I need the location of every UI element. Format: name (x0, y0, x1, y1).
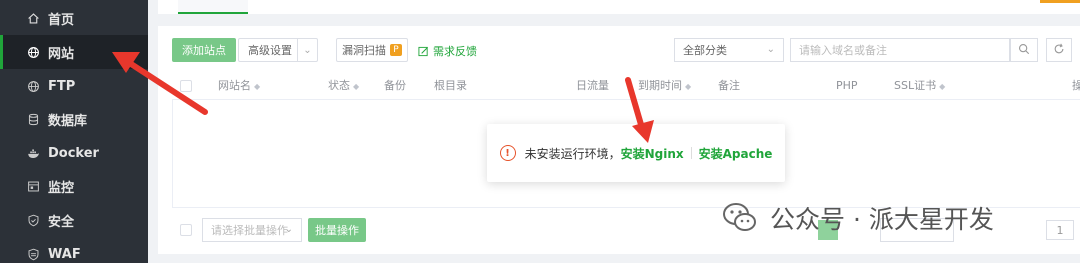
database-icon (26, 112, 40, 126)
sidebar-item-label: 监控 (48, 180, 75, 196)
install-nginx-link[interactable]: 安装Nginx (621, 145, 684, 162)
install-apache-link[interactable]: 安装Apache (699, 145, 773, 162)
globe-icon (26, 45, 40, 59)
sidebar-item-website[interactable]: 网站 (0, 35, 148, 69)
sidebar-item-label: Docker (48, 145, 99, 161)
sidebar-item-label: WAF (48, 246, 81, 262)
sidebar-item-label: 数据库 (48, 113, 88, 129)
sidebar-item-home[interactable]: 首页 (0, 1, 148, 35)
shield-icon (26, 213, 40, 227)
divider (690, 147, 692, 159)
sidebar-item-waf[interactable]: WAF (0, 237, 148, 263)
watermark: 公众号 · 派大星开发 (720, 198, 994, 238)
sidebar-item-monitor[interactable]: 监控 (0, 169, 148, 203)
sidebar-item-label: 首页 (48, 12, 75, 28)
home-icon (26, 11, 40, 25)
monitor-icon (26, 179, 40, 193)
waf-shield-icon (26, 247, 40, 261)
watermark-text: 公众号 · 派大星开发 (770, 205, 994, 234)
sidebar-item-label: FTP (48, 78, 76, 94)
sidebar-item-security[interactable]: 安全 (0, 203, 148, 237)
dialog-message: 未安装运行环境， (524, 146, 621, 161)
docker-icon (26, 146, 40, 160)
sidebar: 首页 网站 FTP 数据库 Docker 监控 安全 WAF (0, 0, 148, 263)
ftp-globe-icon (26, 79, 40, 93)
wechat-logo-icon (720, 198, 760, 238)
sidebar-item-label: 网站 (48, 46, 75, 62)
no-environment-dialog: ! 未安装运行环境， 安装Nginx 安装Apache (487, 124, 785, 182)
sidebar-item-label: 安全 (48, 214, 75, 230)
warning-icon: ! (499, 145, 516, 161)
sidebar-item-docker[interactable]: Docker (0, 136, 148, 170)
sidebar-item-ftp[interactable]: FTP (0, 69, 148, 103)
sidebar-item-database[interactable]: 数据库 (0, 102, 148, 136)
